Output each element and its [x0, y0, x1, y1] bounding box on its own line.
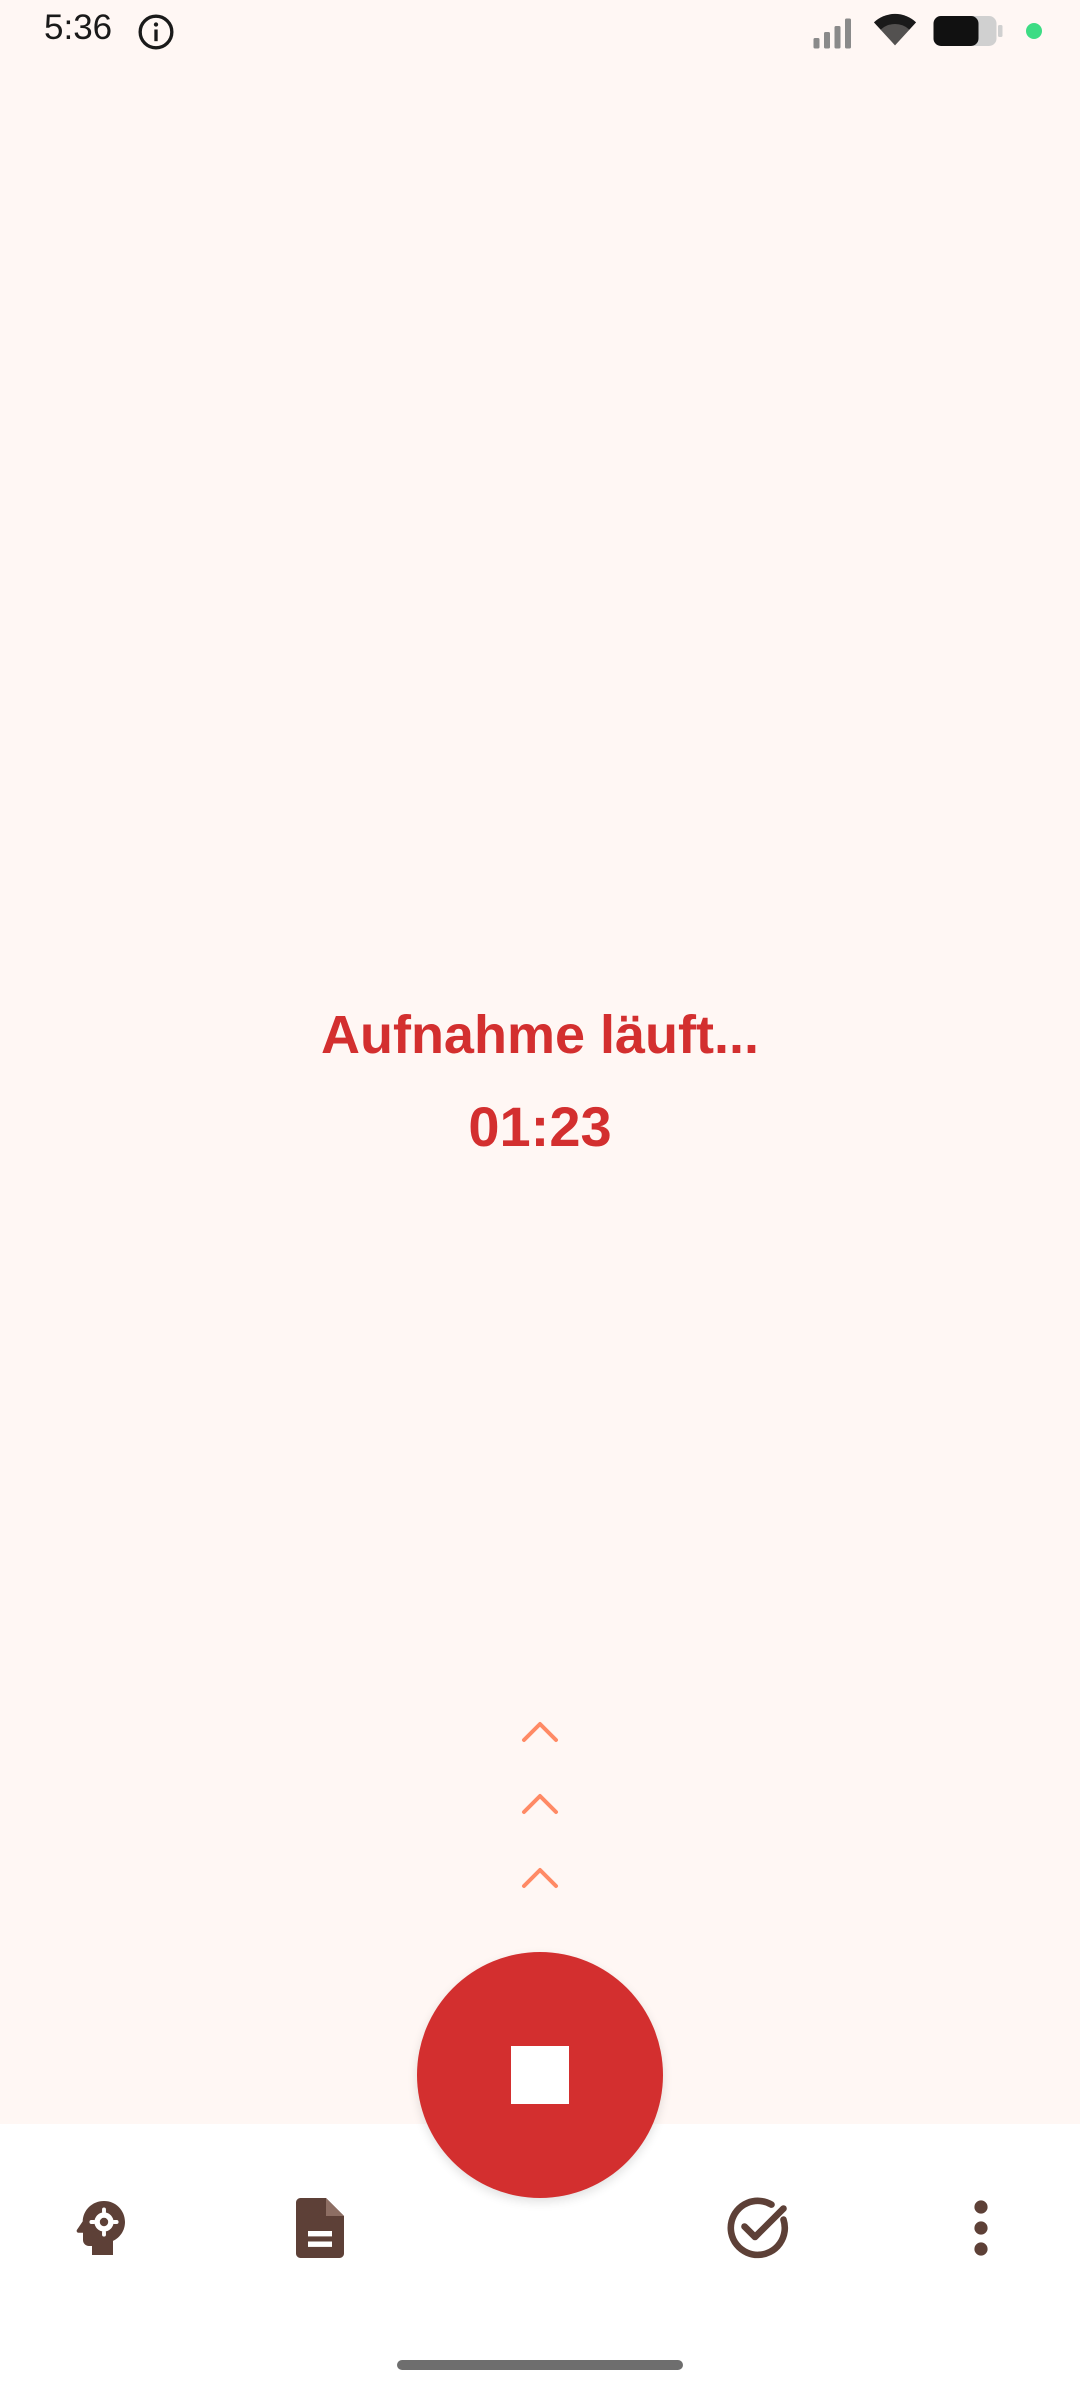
more-vert-icon [974, 2200, 988, 2256]
tasks-button[interactable] [713, 2183, 803, 2273]
status-time: 5:36 [44, 8, 113, 47]
stop-recording-button[interactable] [417, 1952, 663, 2198]
document-icon [296, 2198, 344, 2258]
chevron-up-icon [522, 1722, 558, 1742]
stop-icon [511, 2046, 569, 2104]
notes-button[interactable] [275, 2183, 365, 2273]
psychology-settings-button[interactable] [56, 2183, 146, 2273]
psychology-gear-icon [76, 2201, 125, 2255]
wifi-icon [873, 13, 917, 46]
more-options-button[interactable] [936, 2183, 1026, 2273]
info-icon [138, 14, 174, 50]
battery-icon [933, 16, 1003, 46]
chevron-up-icon [522, 1868, 558, 1888]
recording-timer: 01:23 [468, 1095, 612, 1158]
check-circle-icon [727, 2197, 789, 2259]
recording-status-title: Aufnahme läuft... [320, 1005, 759, 1065]
status-bar: 5:36 [0, 0, 1080, 64]
chevron-up-icon [522, 1794, 558, 1814]
privacy-dot [1026, 23, 1042, 39]
signal-icon [813, 18, 851, 49]
home-indicator[interactable] [397, 2360, 683, 2370]
recording-screen: 5:36 Aufnahme läuft... 01:23 [0, 0, 1080, 2400]
